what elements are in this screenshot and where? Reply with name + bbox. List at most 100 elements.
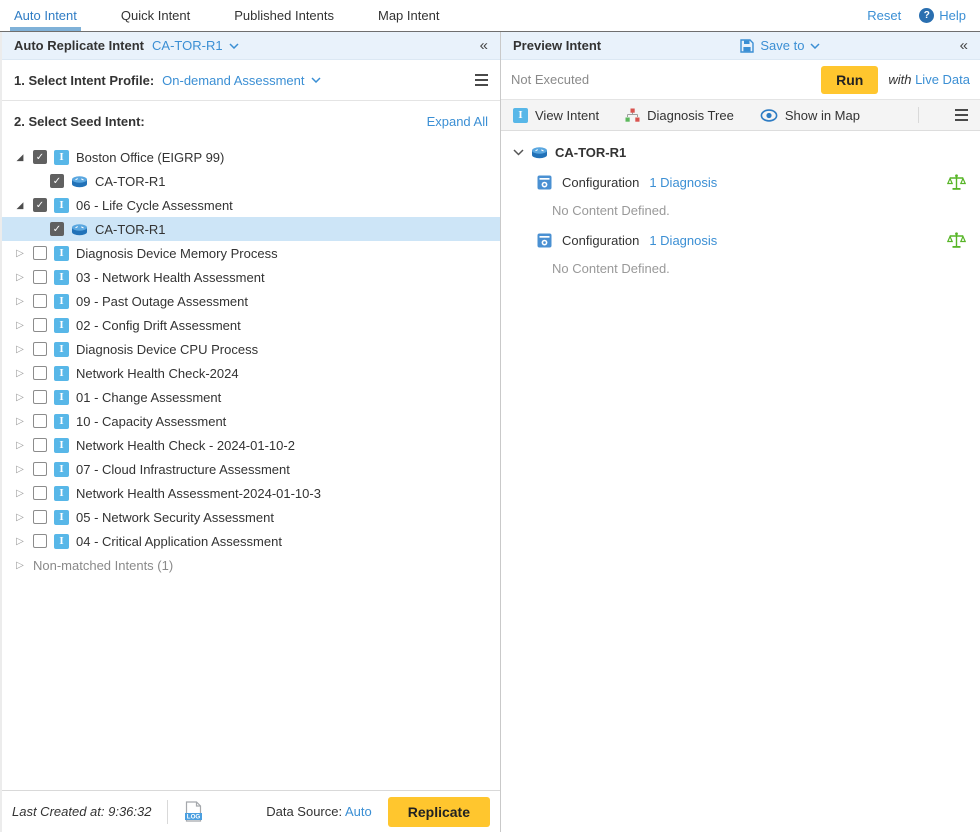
checkbox[interactable] [33,390,47,404]
footer-divider [167,800,168,824]
tab-published-intents[interactable]: Published Intents [234,0,334,31]
tab-map-intent[interactable]: Map Intent [378,0,439,31]
tree-row[interactable]: ◢ ✓ I Boston Office (EIGRP 99) [2,145,500,169]
chevron-down-icon [513,149,524,156]
preview-device-row[interactable]: CA-TOR-R1 [513,145,968,160]
tree-row[interactable]: ▷ I Network Health Check - 2024-01-10-2 [2,433,500,457]
tree-row[interactable]: ▷ I Diagnosis Device Memory Process [2,241,500,265]
expander-icon[interactable]: ▷ [14,248,26,259]
tree-row[interactable]: ▷ I Diagnosis Device CPU Process [2,337,500,361]
expander-icon[interactable]: ▷ [14,368,26,379]
top-nav: Auto Intent Quick Intent Published Inten… [0,0,980,32]
scales-icon[interactable] [947,232,966,249]
tab-show-in-map[interactable]: Show in Map [760,108,860,123]
seed-intent-row: 2. Select Seed Intent: Expand All [2,101,500,141]
tree-row[interactable]: ▷ I 05 - Network Security Assessment [2,505,500,529]
checkbox[interactable] [33,534,47,548]
checkbox[interactable] [33,438,47,452]
expander-icon[interactable]: ▷ [14,440,26,451]
tree-row[interactable]: ▷ I 09 - Past Outage Assessment [2,289,500,313]
device-selector-dropdown[interactable]: CA-TOR-R1 [152,38,239,53]
checkbox[interactable]: ✓ [50,174,64,188]
tree-row[interactable]: ▷ I 02 - Config Drift Assessment [2,313,500,337]
diagnosis-link[interactable]: 1 Diagnosis [649,233,717,248]
tree-row[interactable]: ▷ I 10 - Capacity Assessment [2,409,500,433]
tree-row[interactable]: ▷ I Network Health Check-2024 [2,361,500,385]
expander-icon[interactable]: ▷ [14,512,26,523]
tree-row[interactable]: ◢ ✓ I 06 - Life Cycle Assessment [2,193,500,217]
scales-icon[interactable] [947,174,966,191]
tree-item-label: CA-TOR-R1 [95,222,166,237]
checkbox[interactable] [33,510,47,524]
tree-row[interactable]: ✓ CA-TOR-R1 [2,217,500,241]
profile-menu-icon[interactable] [475,74,488,86]
diagnosis-link[interactable]: 1 Diagnosis [649,175,717,190]
expander-icon[interactable]: ▷ [14,416,26,427]
tab-diagnosis-tree[interactable]: Diagnosis Tree [625,108,734,123]
checkbox[interactable] [33,294,47,308]
expand-all-link[interactable]: Expand All [427,114,488,129]
tab-view-intent[interactable]: I View Intent [513,108,599,123]
data-source-value-link[interactable]: Auto [345,804,372,819]
checkbox[interactable] [33,342,47,356]
intent-icon: I [54,366,69,381]
checkbox[interactable] [33,318,47,332]
expander-icon[interactable]: ▷ [14,560,26,571]
expander-icon[interactable]: ◢ [14,152,26,163]
checkbox[interactable] [33,486,47,500]
tree-row[interactable]: ✓ CA-TOR-R1 [2,169,500,193]
checkbox[interactable] [33,366,47,380]
tree-row[interactable]: ▷ I 03 - Network Health Assessment [2,265,500,289]
save-to-dropdown[interactable]: Save to [740,38,820,53]
checkbox[interactable]: ✓ [50,222,64,236]
data-source-label: Data Source: [266,804,342,819]
tree-item-label: 04 - Critical Application Assessment [76,534,282,549]
expander-icon[interactable]: ▷ [14,272,26,283]
expander-icon[interactable]: ▷ [14,320,26,331]
checkbox[interactable] [33,246,47,260]
replicate-button[interactable]: Replicate [388,797,490,827]
expander-icon[interactable]: ◢ [14,200,26,211]
live-data-link[interactable]: Live Data [915,72,970,87]
run-button[interactable]: Run [821,66,878,94]
checkbox[interactable] [33,462,47,476]
reset-button[interactable]: Reset [867,8,901,23]
nav-tabs: Auto Intent Quick Intent Published Inten… [14,0,439,31]
checkbox[interactable]: ✓ [33,198,47,212]
save-to-label: Save to [760,38,804,53]
intent-icon: I [54,438,69,453]
tab-auto-intent[interactable]: Auto Intent [14,0,77,31]
execution-status-row: Not Executed Run with Live Data [501,60,980,100]
svg-text:LOG: LOG [187,814,201,821]
last-created-text: Last Created at: 9:36:32 [12,804,151,819]
auto-replicate-panel: Auto Replicate Intent CA-TOR-R1 « 1. Sel… [0,32,501,832]
intent-icon: I [54,534,69,549]
collapse-right-panel-icon[interactable]: « [960,38,968,53]
tree-row[interactable]: ▷ I 04 - Critical Application Assessment [2,529,500,553]
tab-quick-intent[interactable]: Quick Intent [121,0,190,31]
checkbox[interactable]: ✓ [33,150,47,164]
expander-icon[interactable]: ▷ [14,536,26,547]
tree-row[interactable]: ▷ I 07 - Cloud Infrastructure Assessment [2,457,500,481]
preview-menu-icon[interactable] [955,109,968,121]
tree-row[interactable]: ▷ Non-matched Intents (1) [2,553,500,577]
checkbox[interactable] [33,270,47,284]
tree-row[interactable]: ▷ I 01 - Change Assessment [2,385,500,409]
log-file-icon[interactable]: LOG [184,801,203,822]
expander-icon[interactable]: ▷ [14,392,26,403]
expander-icon[interactable]: ▷ [14,296,26,307]
intent-profile-dropdown[interactable]: On-demand Assessment [162,73,320,88]
execution-status-text: Not Executed [511,72,589,87]
expander-icon[interactable]: ▷ [14,464,26,475]
expander-icon[interactable]: ▷ [14,344,26,355]
help-button[interactable]: ? Help [919,8,966,23]
tab-label: Auto Intent [14,8,77,23]
section-title: Configuration [562,175,639,190]
tree-item-label: 06 - Life Cycle Assessment [76,198,233,213]
intent-icon: I [513,108,528,123]
expander-icon[interactable]: ▷ [14,488,26,499]
intent-icon: I [54,390,69,405]
tree-row[interactable]: ▷ I Network Health Assessment-2024-01-10… [2,481,500,505]
collapse-left-panel-icon[interactable]: « [480,38,488,53]
checkbox[interactable] [33,414,47,428]
